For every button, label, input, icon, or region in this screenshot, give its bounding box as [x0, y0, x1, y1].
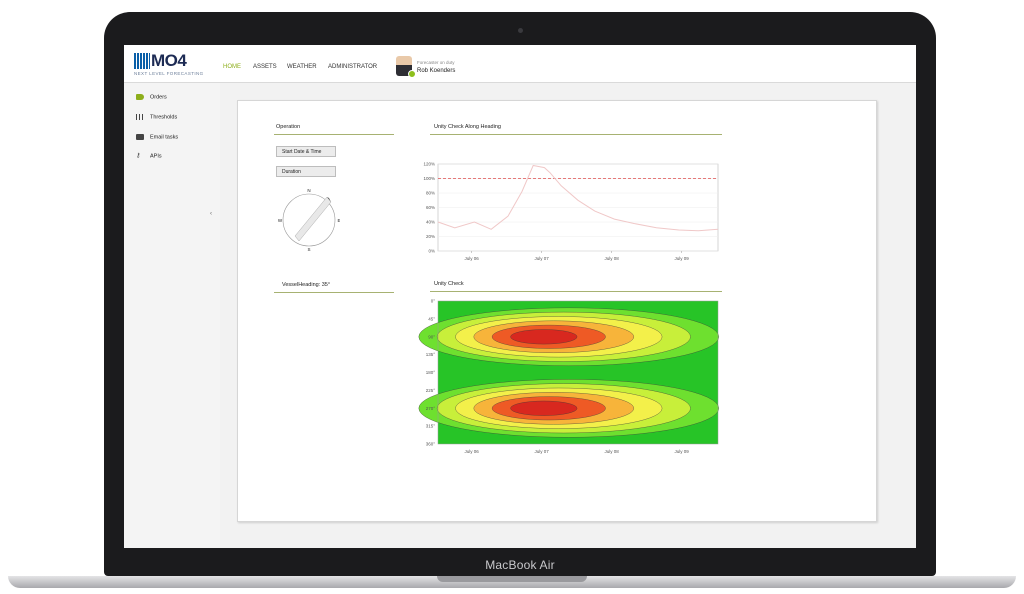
- sidebar-item-label: Thresholds: [150, 114, 178, 121]
- sidebar-item-label: Orders: [150, 94, 167, 101]
- y-tick-label: 120%: [423, 162, 435, 167]
- sidebar-collapse-button[interactable]: ‹: [210, 211, 212, 217]
- x-tick-label: July 06: [464, 449, 479, 454]
- y-tick-label: 45°: [428, 316, 435, 321]
- sidebar-item-label: Email tasks: [150, 134, 179, 141]
- x-tick-label: July 08: [604, 256, 619, 261]
- section-divider: [430, 134, 722, 135]
- operation-title: Operation: [276, 124, 301, 130]
- user-role: Forecaster on duty: [417, 60, 455, 65]
- compass-icon[interactable]: N E S W: [278, 189, 340, 251]
- heatmap-contour: [510, 329, 578, 345]
- y-tick-label: 60%: [426, 205, 435, 210]
- mail-icon: [136, 134, 144, 140]
- user-name[interactable]: Rob Koenders: [417, 68, 455, 74]
- unity-check-line-chart[interactable]: 0% 20% 40% 60% 80% 100% 120% July 06 July 07 July…: [408, 156, 728, 266]
- y-tick-label: 40%: [426, 220, 435, 225]
- compass-w-label: W: [278, 218, 283, 223]
- line-chart-title: Unity Check Along Heading: [434, 124, 501, 130]
- y-tick-label: 270°: [426, 406, 436, 411]
- section-divider: [430, 291, 722, 292]
- top-bar: MO4 NEXT LEVEL FORECASTING HOME ASSETS W…: [124, 45, 916, 83]
- y-tick-label: 0°: [431, 299, 436, 304]
- nav-administrator[interactable]: ADMINISTRATOR: [328, 64, 377, 70]
- y-tick-label: 100%: [423, 176, 435, 181]
- device-label: MacBook Air: [485, 558, 555, 572]
- nav-home[interactable]: HOME: [223, 64, 241, 70]
- duration-button[interactable]: Duration: [276, 166, 336, 177]
- nav-weather[interactable]: WEATHER: [287, 64, 317, 70]
- x-tick-label: July 08: [604, 449, 619, 454]
- y-tick-label: 135°: [426, 352, 436, 357]
- compass-e-label: E: [337, 218, 340, 223]
- x-tick-label: July 07: [534, 449, 549, 454]
- sidebar-item-email-tasks[interactable]: Email tasks: [136, 134, 178, 140]
- x-tick-label: July 09: [674, 256, 689, 261]
- nav-assets[interactable]: ASSETS: [253, 64, 277, 70]
- heatmap-contour: [510, 400, 578, 416]
- y-tick-label: 180°: [426, 370, 436, 375]
- logo-text: MO4: [151, 51, 187, 70]
- key-icon: ⚷: [136, 153, 141, 159]
- unity-check-heatmap[interactable]: 0° 45° 90° 135° 180° 225° 270° 315° 360° July 06 J…: [408, 295, 728, 457]
- sidebar-item-orders[interactable]: Orders: [136, 94, 167, 100]
- logo-tagline: NEXT LEVEL FORECASTING: [134, 71, 204, 76]
- laptop-notch: [437, 576, 587, 582]
- start-date-time-button[interactable]: Start Date & Time: [276, 146, 336, 157]
- y-tick-label: 20%: [426, 234, 435, 239]
- y-tick-label: 0%: [428, 249, 435, 254]
- sidebar-item-label: APIs: [150, 153, 162, 160]
- logo-mark-icon: [134, 53, 150, 69]
- vessel-heading-label: VesselHeading: 35°: [282, 282, 331, 288]
- sidebar: Orders Thresholds Email tasks ⚷ APIs ‹: [124, 83, 220, 548]
- tag-icon: [136, 94, 144, 100]
- heatmap-title: Unity Check: [434, 281, 464, 287]
- y-tick-label: 360°: [426, 442, 436, 447]
- x-tick-label: July 07: [534, 256, 549, 261]
- sidebar-item-apis[interactable]: ⚷ APIs: [136, 153, 162, 159]
- x-tick-label: July 06: [464, 256, 479, 261]
- x-tick-label: July 09: [674, 449, 689, 454]
- y-tick-label: 315°: [426, 424, 436, 429]
- compass-s-label: S: [307, 247, 310, 251]
- bar-chart-icon: [136, 114, 144, 120]
- section-divider: [274, 292, 394, 293]
- online-status-icon: [408, 70, 416, 78]
- operation-panel: Operation Start Date & Time Duration N E…: [237, 100, 877, 522]
- camera-icon: [518, 28, 523, 33]
- y-tick-label: 225°: [426, 388, 436, 393]
- screen: MO4 NEXT LEVEL FORECASTING HOME ASSETS W…: [124, 45, 916, 548]
- y-tick-label: 80%: [426, 191, 435, 196]
- section-divider: [274, 134, 394, 135]
- sidebar-item-thresholds[interactable]: Thresholds: [136, 114, 177, 120]
- compass-n-label: N: [307, 189, 310, 193]
- y-tick-label: 90°: [428, 334, 435, 339]
- logo[interactable]: MO4 NEXT LEVEL FORECASTING: [134, 51, 206, 79]
